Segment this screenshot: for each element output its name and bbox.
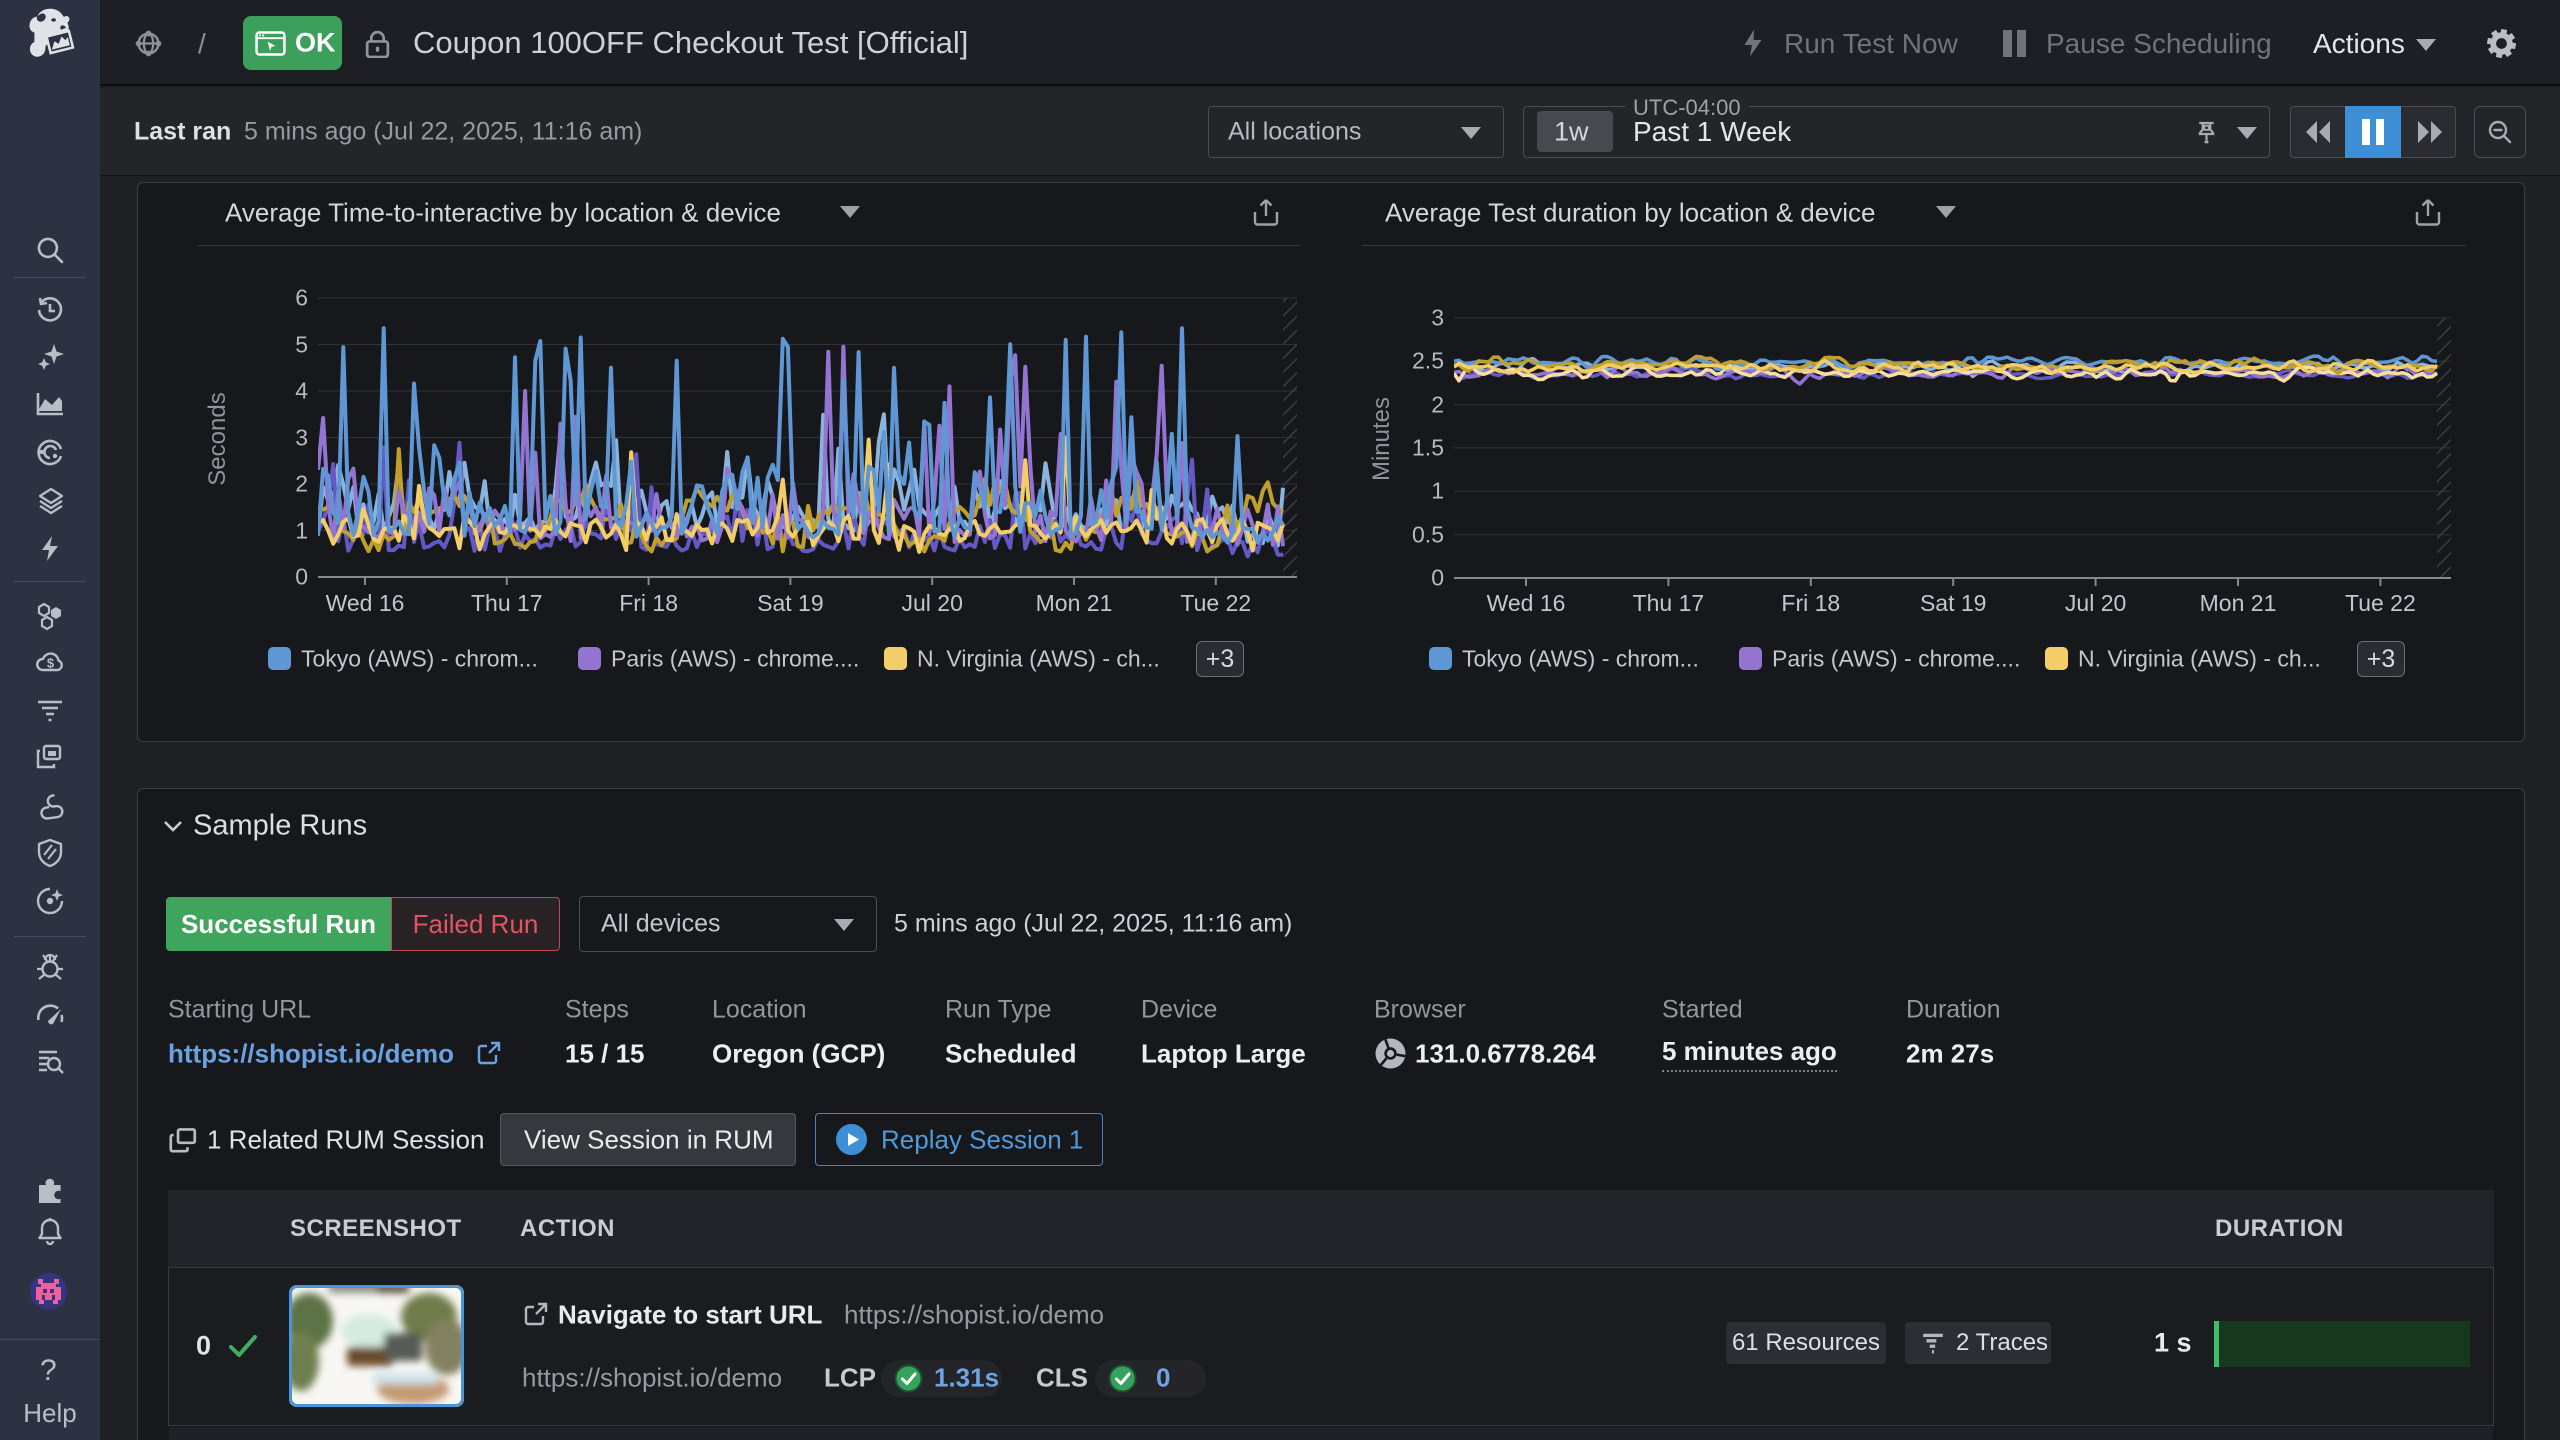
svg-text:$: $ [47, 656, 55, 671]
